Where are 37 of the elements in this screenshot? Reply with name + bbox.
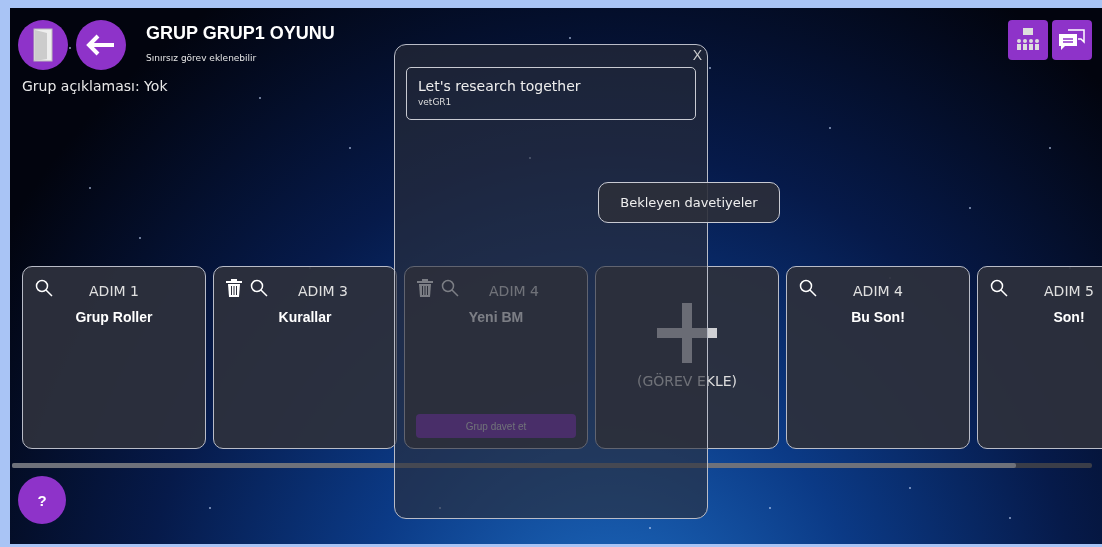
step-name: Yeni BM xyxy=(468,309,524,325)
search-icon[interactable] xyxy=(799,279,817,297)
close-button[interactable]: X xyxy=(690,47,704,63)
audience-button[interactable] xyxy=(1008,20,1048,60)
invitation-title: Let's research together xyxy=(418,78,582,94)
step-title: ADIM 4 xyxy=(488,283,539,299)
help-button[interactable]: ? xyxy=(18,476,66,524)
step-title: ADIM 3 xyxy=(297,283,348,299)
search-icon[interactable] xyxy=(990,279,1008,297)
step-name: Grup Roller xyxy=(75,309,153,325)
step-name: Kurallar xyxy=(278,309,332,325)
group-description: Grup açıklaması: Yok xyxy=(22,78,168,94)
chat-button[interactable] xyxy=(1052,20,1092,60)
step-title: ADIM 5 xyxy=(1044,283,1094,299)
step-title: ADIM 1 xyxy=(89,283,139,299)
search-icon[interactable] xyxy=(35,279,53,297)
invitation-item[interactable]: Let's research together vetGR1 xyxy=(406,67,696,120)
game-title: GRUP GRUP1 OYUNU xyxy=(146,23,335,44)
search-icon[interactable] xyxy=(250,279,268,297)
back-button[interactable] xyxy=(76,20,126,70)
step-name: Son! xyxy=(1053,309,1085,325)
invitation-sender: vetGR1 xyxy=(418,97,453,107)
trash-icon[interactable] xyxy=(226,279,242,297)
audience-icon xyxy=(1015,28,1041,52)
step-card[interactable]: ADIM 5 Son! xyxy=(977,266,1102,449)
arrow-left-icon xyxy=(86,34,116,56)
step-card[interactable]: ADIM 4 Bu Son! xyxy=(786,266,970,449)
subtitle: Sınırsız görev eklenebilir xyxy=(146,53,257,63)
chat-icon xyxy=(1058,28,1086,52)
exit-button[interactable] xyxy=(18,20,68,70)
step-title: ADIM 4 xyxy=(853,283,903,299)
step-card[interactable]: ADIM 1 Grup Roller xyxy=(22,266,206,449)
pending-invitations-button[interactable]: Bekleyen davetiyeler xyxy=(598,182,780,223)
step-name: Bu Son! xyxy=(851,309,905,325)
step-card[interactable]: ADIM 3 Kurallar xyxy=(213,266,397,449)
plus-icon xyxy=(657,303,717,363)
door-icon xyxy=(33,28,53,62)
